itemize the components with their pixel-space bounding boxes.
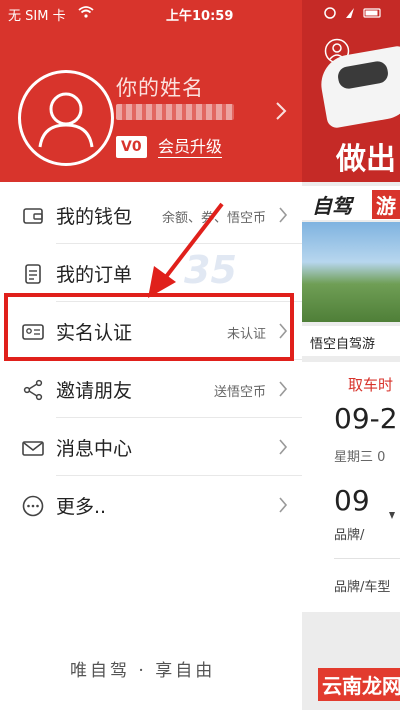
chevron-right-icon [279, 439, 288, 455]
menu-item-more[interactable]: 更多.. [0, 476, 302, 534]
highlight-box [4, 293, 294, 361]
menu-label: 我的钱包 [56, 206, 133, 228]
background-app: 做出 自驾 游 悟空自驾游 取车时 09-2 星期三 0 09 品牌/ 品牌/车… [302, 0, 400, 710]
divider [334, 558, 400, 559]
menu-label: 我的订单 [56, 264, 133, 286]
status-time: 上午10:59 [166, 9, 234, 24]
pickup-date[interactable]: 09-2 [334, 402, 398, 435]
promo-banner[interactable]: 做出 [302, 0, 400, 182]
booking-card: 取车时 09-2 星期三 0 09 品牌/ 品牌/车型 [302, 362, 400, 612]
pickup-label: 取车时 [348, 376, 394, 394]
wallet-icon [23, 208, 43, 224]
chevron-down-icon [389, 512, 395, 519]
status-bar: 无 SIM 卡 上午10:59 [0, 0, 400, 26]
chevron-right-icon [279, 381, 288, 397]
blurred-user-id [116, 104, 234, 120]
profile-header[interactable]: 你的姓名 V0 会员升级 [0, 0, 302, 182]
wifi-icon [78, 6, 94, 18]
menu-extra: 送悟空币 [213, 385, 266, 400]
menu-item-invite[interactable]: 邀请朋友 送悟空币 [0, 360, 302, 418]
avatar[interactable] [18, 70, 114, 166]
pickup-weekday: 星期三 0 [334, 450, 386, 465]
menu-label: 消息中心 [56, 438, 133, 460]
brand-model-label[interactable]: 品牌/车型 [334, 576, 390, 595]
user-name: 你的姓名 [116, 76, 204, 100]
user-avatar-icon [38, 92, 94, 148]
photo-caption: 悟空自驾游 [302, 326, 400, 356]
slogan: 唯自驾 · 享自由 [70, 661, 216, 681]
scenery-photo[interactable] [302, 222, 400, 322]
vip-upgrade-link[interactable]: 会员升级 [158, 136, 223, 158]
pickup-hour[interactable]: 09 [334, 484, 370, 517]
strip-title: 自驾 [312, 194, 352, 218]
chevron-right-icon[interactable] [274, 100, 288, 122]
chevron-right-icon [279, 497, 288, 513]
banner-text: 做出 [336, 142, 396, 177]
menu-label: 邀请朋友 [56, 380, 133, 402]
menu-label: 更多.. [56, 496, 107, 518]
order-list-icon [25, 264, 41, 284]
mail-icon [22, 441, 44, 456]
watermark-badge: 云南龙网 [318, 668, 400, 701]
chevron-right-icon [279, 207, 288, 223]
more-icon [22, 495, 44, 517]
annotation-arrow-icon [148, 202, 224, 298]
strip-badge: 游 [372, 190, 400, 219]
carrier-label: 无 SIM 卡 [8, 9, 66, 24]
self-drive-strip[interactable]: 自驾 游 [302, 186, 400, 220]
share-icon [23, 379, 43, 401]
vip-level-badge: V0 [116, 136, 147, 158]
brand-label: 品牌/ [334, 528, 365, 543]
menu-item-messages[interactable]: 消息中心 [0, 418, 302, 476]
